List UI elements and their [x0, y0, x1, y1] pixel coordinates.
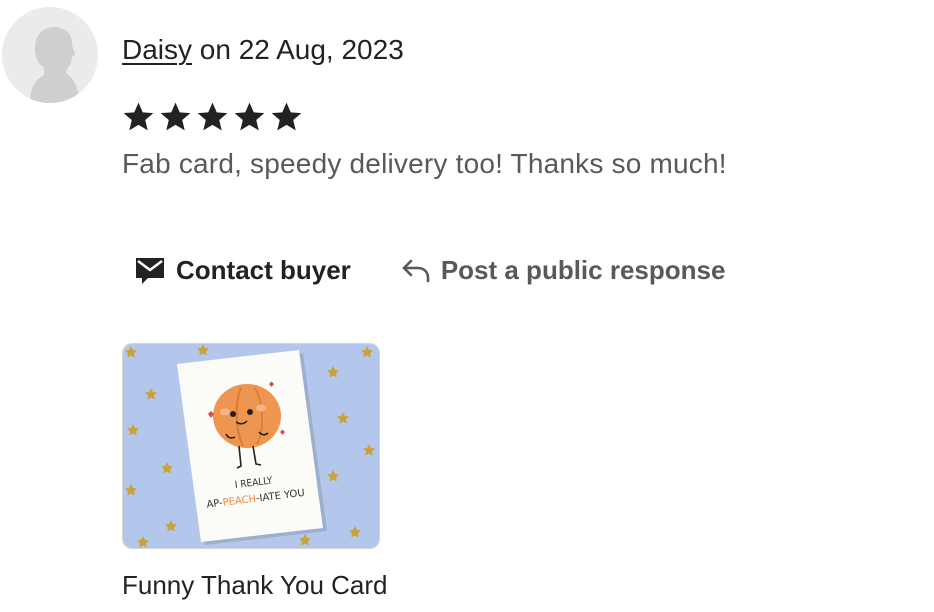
reply-arrow-icon — [401, 257, 431, 283]
review-text: Fab card, speedy delivery too! Thanks so… — [122, 148, 727, 179]
peach-card-image: I REALLY AP-PEACH-IATE YOU — [123, 344, 379, 548]
greeting-card: I REALLY AP-PEACH-IATE YOU — [177, 350, 327, 545]
contact-buyer-label: Contact buyer — [176, 254, 351, 285]
star-icon — [160, 102, 191, 131]
avatar-silhouette-icon — [2, 7, 98, 103]
star-icon — [271, 102, 302, 131]
post-public-response-button[interactable]: Post a public response — [401, 254, 726, 286]
contact-buyer-button[interactable]: Contact buyer — [134, 255, 351, 286]
buyer-avatar — [2, 7, 98, 103]
star-icon — [234, 102, 265, 131]
author-link[interactable]: Daisy — [122, 34, 192, 65]
listing-title-link[interactable]: Funny Thank You Card — [122, 568, 387, 602]
review-actions: Contact buyer Post a public response — [134, 250, 725, 290]
post-public-response-label: Post a public response — [440, 254, 726, 285]
star-icon — [197, 102, 228, 131]
star-icon — [123, 102, 154, 131]
review-header: Daisy on 22 Aug, 2023 — [122, 32, 404, 68]
envelope-icon — [134, 255, 166, 285]
review-photo[interactable]: I REALLY AP-PEACH-IATE YOU — [122, 343, 380, 549]
review-date: on 22 Aug, 2023 — [192, 34, 404, 65]
star-rating — [122, 100, 303, 134]
